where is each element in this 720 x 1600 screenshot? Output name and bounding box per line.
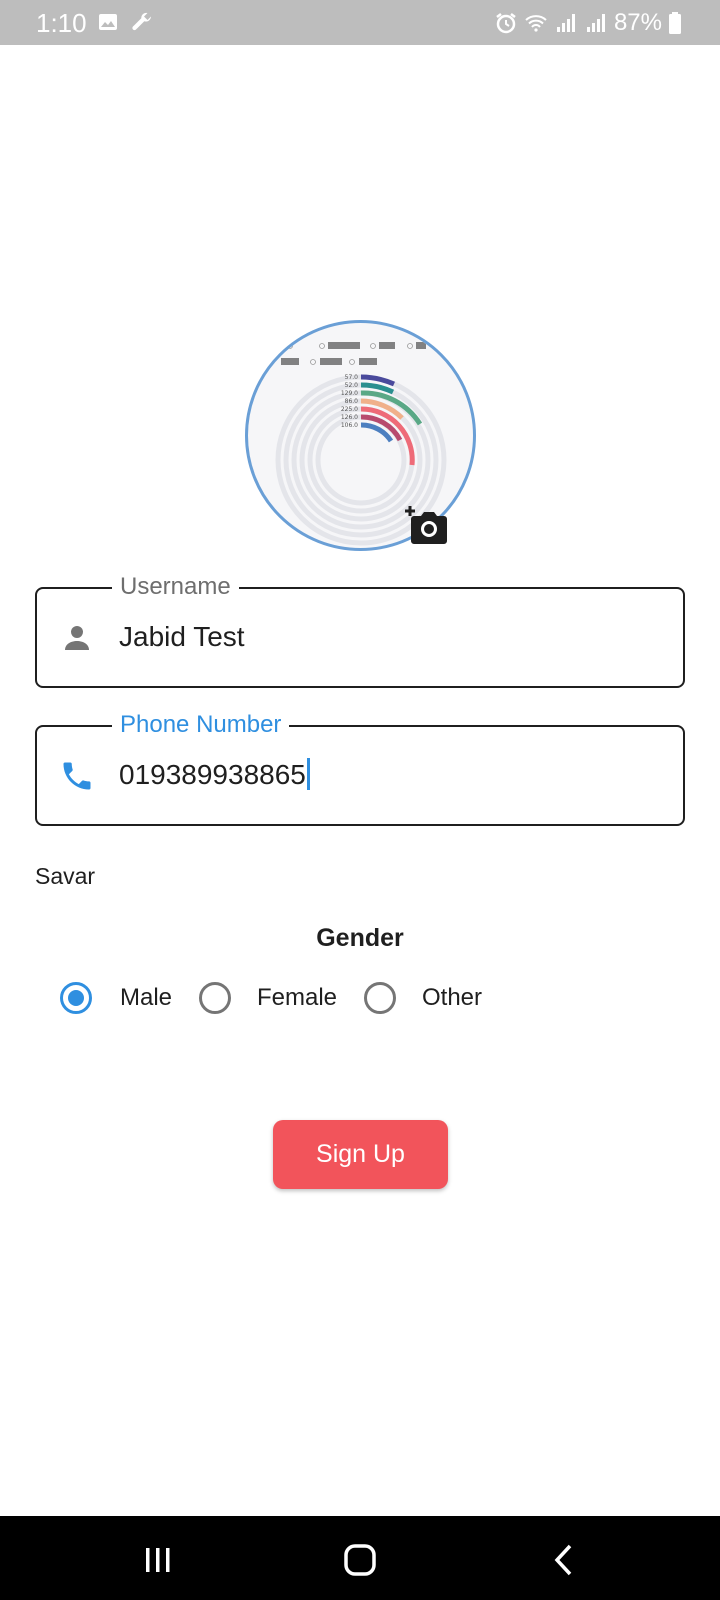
signal-icon bbox=[556, 14, 575, 32]
status-bar: 1:10 87% bbox=[0, 0, 720, 45]
radio-label-male[interactable]: Male bbox=[120, 984, 172, 1012]
image-icon bbox=[99, 14, 117, 30]
phone-number-field[interactable]: Phone Number 019389938865 bbox=[35, 709, 685, 826]
phone-number-value: 019389938865 bbox=[119, 759, 306, 790]
radio-label-other[interactable]: Other bbox=[422, 984, 482, 1012]
username-field[interactable]: Username Jabid Test bbox=[35, 571, 685, 688]
location-text: Savar bbox=[35, 863, 96, 889]
battery-icon bbox=[669, 12, 681, 34]
svg-text:126.0: 126.0 bbox=[341, 414, 358, 421]
svg-text:129.0: 129.0 bbox=[341, 390, 358, 397]
radio-label-female[interactable]: Female bbox=[257, 984, 337, 1012]
svg-text:52.0: 52.0 bbox=[345, 382, 359, 389]
phone-number-label: Phone Number bbox=[112, 709, 290, 741]
home-icon[interactable] bbox=[340, 1540, 380, 1580]
username-label: Username bbox=[112, 571, 239, 603]
signal-icon bbox=[586, 14, 605, 32]
wrench-icon bbox=[132, 12, 151, 31]
radio-other[interactable] bbox=[364, 982, 396, 1014]
sign-up-button[interactable]: Sign Up bbox=[273, 1120, 448, 1189]
wifi-icon bbox=[525, 15, 547, 32]
text-cursor bbox=[306, 758, 310, 790]
phone-icon bbox=[63, 762, 91, 790]
add-photo-camera-icon[interactable] bbox=[404, 504, 450, 546]
person-icon bbox=[65, 626, 89, 650]
svg-text:86.0: 86.0 bbox=[345, 398, 359, 405]
phone-number-input[interactable]: 019389938865 bbox=[119, 757, 310, 793]
gender-title: Gender bbox=[316, 924, 404, 952]
alarm-icon bbox=[496, 13, 516, 34]
username-input[interactable]: Jabid Test bbox=[119, 619, 245, 655]
recent-apps-icon[interactable] bbox=[138, 1540, 178, 1580]
back-icon[interactable] bbox=[545, 1540, 585, 1580]
svg-text:225.0: 225.0 bbox=[341, 406, 358, 413]
battery-percent: 87% bbox=[613, 9, 662, 36]
svg-text:57.0: 57.0 bbox=[345, 374, 359, 381]
status-time: 1:10 bbox=[36, 8, 87, 38]
navigation-bar bbox=[0, 1516, 720, 1600]
radio-male[interactable] bbox=[60, 982, 92, 1014]
svg-text:106.0: 106.0 bbox=[341, 422, 358, 429]
radio-female[interactable] bbox=[199, 982, 231, 1014]
